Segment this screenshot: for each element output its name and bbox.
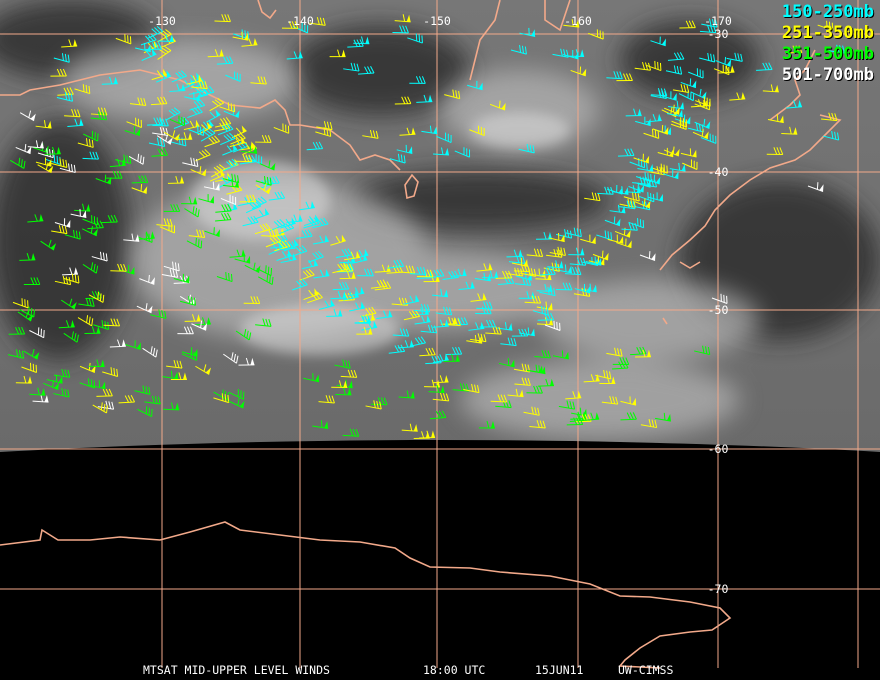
legend-item-150-250: 150-250mb [781, 2, 874, 22]
product-time: 18:00 UTC [423, 663, 486, 677]
legend-item-251-350: 251-350mb [781, 23, 874, 43]
latitude-label: -30 [708, 27, 729, 41]
latitude-label: -60 [708, 442, 729, 456]
longitude-label: -130 [148, 14, 176, 28]
longitude-label: -160 [564, 14, 592, 28]
longitude-label: -150 [423, 14, 451, 28]
latitude-label: -40 [708, 165, 729, 179]
pressure-legend: 150-250mb 251-350mb 351-500mb 501-700mb [782, 2, 874, 86]
product-title: MTSAT MID-UPPER LEVEL WINDS [143, 663, 330, 677]
legend-item-501-700: 501-700mb [781, 65, 874, 85]
longitude-label: -140 [286, 14, 314, 28]
longitude-label: -170 [704, 14, 732, 28]
latitude-label: -50 [708, 303, 729, 317]
product-date: 15JUN11 [535, 663, 584, 677]
product-source: UW-CIMSS [618, 663, 674, 677]
wind-map: -130 -140 -150 -160 -170-30 -40 -50 -60 -70 [0, 0, 880, 680]
satellite-imagery [0, 0, 880, 680]
info-footer: MTSAT MID-UPPER LEVEL WINDS 18:00 UTC 15… [0, 663, 880, 679]
legend-item-351-500: 351-500mb [781, 44, 874, 64]
latitude-label: -70 [708, 582, 729, 596]
